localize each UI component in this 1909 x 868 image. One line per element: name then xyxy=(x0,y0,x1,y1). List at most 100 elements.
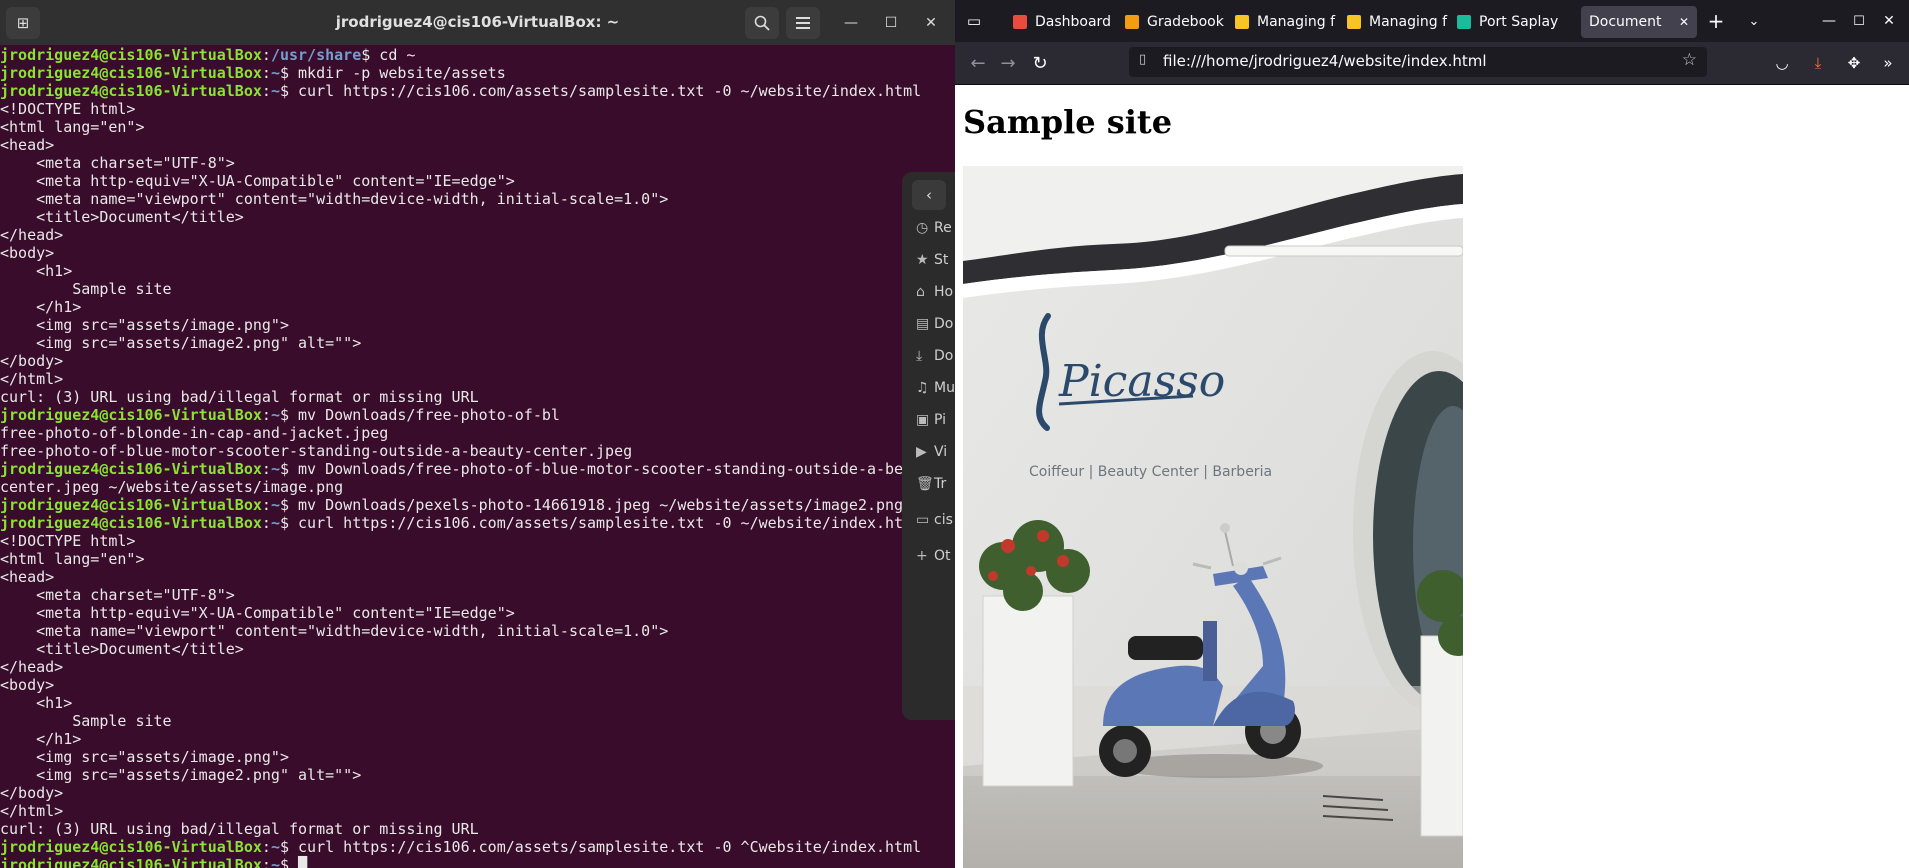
prompt-symbol: $ xyxy=(279,460,289,478)
terminal-output-line: <body> xyxy=(0,244,55,262)
browser-tab[interactable]: Port Saplay xyxy=(1457,6,1575,38)
terminal-output-line: </html> xyxy=(0,802,64,820)
terminal-window[interactable]: ⊞ jrodriguez4@cis106-VirtualBox: ~ — ☐ ✕… xyxy=(0,0,955,868)
terminal-prompt-line: jrodriguez4@cis106-VirtualBox:~$ curl ht… xyxy=(0,838,955,856)
terminal-output-line: <!DOCTYPE html> xyxy=(0,532,136,550)
browser-tab[interactable]: Managing f xyxy=(1235,6,1340,38)
terminal-output-line: <img src="assets/image2.png" alt=""> xyxy=(0,766,362,784)
terminal-output-line: free-photo-of-blue-motor-scooter-standin… xyxy=(0,442,633,460)
prompt-symbol: $ xyxy=(279,856,289,868)
sign-subtitle: Coiffeur | Beauty Center | Barberia xyxy=(1029,464,1272,480)
tab-favicon-icon xyxy=(1457,15,1471,29)
prompt-user: jrodriguez4@cis106-VirtualBox xyxy=(0,460,262,478)
firefox-view-icon: ▭ xyxy=(966,12,982,30)
files-sidebar-panel[interactable]: ‹ ◷ Re ★ St ⌂ Ho ▤ Do ⤓ Do ♫ Mu ▣ Pi ▶ Vi 🗑Tr ▭ cis + Ot xyxy=(902,172,962,720)
files-sidebar-label: Do xyxy=(934,348,954,364)
starred-icon: ★ xyxy=(916,252,929,268)
browser-minimize-button[interactable]: — xyxy=(1816,8,1842,34)
page-icon: ▯ xyxy=(1139,52,1147,67)
minimize-icon: — xyxy=(1822,13,1836,29)
files-sidebar-label: Tr xyxy=(934,476,947,492)
terminal-prompt-line: jrodriguez4@cis106-VirtualBox:~$ █ xyxy=(0,856,955,868)
maximize-button[interactable]: ☐ xyxy=(878,10,904,36)
terminal-output-line: <h1> xyxy=(0,694,73,712)
music-icon: ♫ xyxy=(916,380,929,396)
videos-icon: ▶ xyxy=(916,444,927,460)
terminal-output-line: <img src="assets/image2.png" alt=""> xyxy=(0,334,362,352)
chevron-right-icon: » xyxy=(1883,54,1893,72)
chevron-left-icon: ‹ xyxy=(926,186,932,204)
prompt-symbol: $ xyxy=(279,838,289,856)
firefox-view-button[interactable]: ▭ xyxy=(961,8,987,34)
terminal-prompt-line: jrodriguez4@cis106-VirtualBox:~$ curl ht… xyxy=(0,514,955,532)
terminal-prompt-line: jrodriguez4@cis106-VirtualBox:/usr/share… xyxy=(0,46,955,64)
browser-tab[interactable]: Gradebook xyxy=(1125,6,1230,38)
terminal-output-line: <meta http-equiv="X-UA-Compatible" conte… xyxy=(0,172,515,190)
terminal-output-line: curl: (3) URL using bad/illegal format o… xyxy=(0,388,479,406)
reload-icon: ↻ xyxy=(1032,52,1048,74)
url-bar[interactable]: ▯ file:///home/jrodriguez4/website/index… xyxy=(1129,47,1707,77)
tab-label: Port Saplay xyxy=(1479,14,1559,30)
arrow-right-icon: → xyxy=(1000,52,1016,74)
minimize-button[interactable]: — xyxy=(838,10,864,36)
terminal-output-line: <meta charset="UTF-8"> xyxy=(0,586,235,604)
files-sidebar-label: Ot xyxy=(934,548,951,564)
prompt-symbol: $ xyxy=(279,406,289,424)
search-icon xyxy=(754,15,770,31)
pocket-button[interactable]: ◡ xyxy=(1769,50,1795,76)
scooter-photo: Picasso Coiffeur | Beauty Center | Barbe… xyxy=(963,166,1463,868)
prompt-separator: : xyxy=(261,46,271,64)
browser-tab[interactable]: Managing f xyxy=(1347,6,1452,38)
pictures-icon: ▣ xyxy=(916,412,930,428)
terminal-command: curl https://cis106.com/assets/samplesit… xyxy=(289,82,922,100)
reload-button[interactable]: ↻ xyxy=(1027,50,1053,76)
prompt-symbol: $ xyxy=(279,64,289,82)
bookmark-star-icon[interactable]: ☆ xyxy=(1682,50,1697,70)
back-button[interactable]: ← xyxy=(965,50,991,76)
puzzle-icon: ✥ xyxy=(1847,54,1861,72)
terminal-output-line: Sample site xyxy=(0,280,172,298)
extensions-button[interactable]: ✥ xyxy=(1841,50,1867,76)
list-all-tabs-button[interactable]: ⌄ xyxy=(1741,8,1767,34)
terminal-command: curl https://cis106.com/assets/samplesit… xyxy=(289,514,922,532)
prompt-user: jrodriguez4@cis106-VirtualBox xyxy=(0,406,262,424)
downloads-button[interactable]: ⤓ xyxy=(1805,50,1831,76)
files-back-button[interactable]: ‹ xyxy=(912,180,946,210)
terminal-output-line: </head> xyxy=(0,226,64,244)
prompt-separator: : xyxy=(261,406,271,424)
browser-tab[interactable]: Document ✕ xyxy=(1581,6,1697,38)
browser-maximize-button[interactable]: ☐ xyxy=(1846,8,1872,34)
prompt-symbol: $ xyxy=(279,496,289,514)
prompt-separator: : xyxy=(261,856,271,868)
terminal-output-line: <body> xyxy=(0,676,55,694)
close-icon: ✕ xyxy=(925,15,937,31)
close-button[interactable]: ✕ xyxy=(918,10,944,36)
terminal-titlebar[interactable]: ⊞ jrodriguez4@cis106-VirtualBox: ~ — ☐ ✕ xyxy=(0,0,955,45)
plus-icon: + xyxy=(1707,9,1725,33)
prompt-symbol: $ xyxy=(279,82,289,100)
browser-tabstrip[interactable]: ▭ Dashboard Gradebook Managing f Managing f… xyxy=(955,0,1909,42)
terminal-output-line: </h1> xyxy=(0,298,82,316)
terminal-output-line: free-photo-of-blonde-in-cap-and-jacket.j… xyxy=(0,424,389,442)
menu-button[interactable] xyxy=(786,7,820,39)
search-button[interactable] xyxy=(745,7,779,39)
terminal-output[interactable]: jrodriguez4@cis106-VirtualBox:/usr/share… xyxy=(0,46,955,868)
pocket-icon: ◡ xyxy=(1775,54,1789,72)
terminal-output-line: <head> xyxy=(0,136,55,154)
app-menu-button[interactable]: » xyxy=(1875,50,1901,76)
arrow-left-icon: ← xyxy=(970,52,986,74)
new-tab-button-browser[interactable]: + xyxy=(1703,8,1729,34)
forward-button[interactable]: → xyxy=(995,50,1021,76)
browser-tab[interactable]: Dashboard xyxy=(1013,6,1118,38)
url-text[interactable]: file:///home/jrodriguez4/website/index.h… xyxy=(1163,52,1487,70)
page-heading: Sample site xyxy=(963,103,1173,141)
tab-close-icon[interactable]: ✕ xyxy=(1679,15,1689,29)
downloads-icon: ⤓ xyxy=(916,348,923,364)
browser-close-button[interactable]: ✕ xyxy=(1876,8,1902,34)
terminal-output-line: <h1> xyxy=(0,262,73,280)
terminal-command: cd ~ xyxy=(370,46,416,64)
files-sidebar-label: Pi xyxy=(934,412,947,428)
files-sidebar-label: Ho xyxy=(934,284,954,300)
prompt-separator: : xyxy=(261,496,271,514)
browser-window[interactable]: ▭ Dashboard Gradebook Managing f Managing f… xyxy=(955,0,1909,868)
